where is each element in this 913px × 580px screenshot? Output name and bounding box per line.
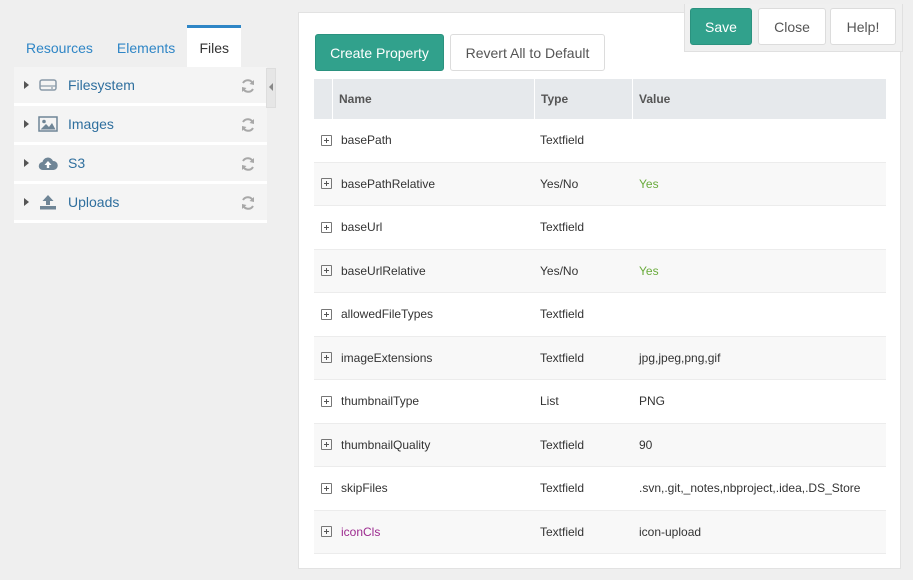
tree-item-images[interactable]: Images: [14, 106, 267, 145]
tree-item-label: Images: [68, 116, 114, 132]
row-expander[interactable]: [314, 178, 339, 190]
cell-value[interactable]: icon-upload: [637, 525, 886, 539]
tree-item-label: Filesystem: [68, 77, 135, 93]
cell-name: imageExtensions: [341, 350, 433, 365]
cloud-upload-icon: [37, 154, 59, 172]
row-expander[interactable]: [314, 352, 339, 364]
table-row[interactable]: skipFiles Textfield .svn,.git,_notes,nbpro…: [314, 467, 886, 511]
image-icon: [37, 115, 59, 133]
expand-arrow-icon[interactable]: [24, 120, 29, 128]
table-row[interactable]: basePathRelative Yes/No Yes: [314, 162, 886, 206]
row-expander[interactable]: [314, 308, 339, 320]
action-bar: Save Close Help!: [684, 4, 903, 52]
row-expander[interactable]: [314, 265, 339, 277]
expand-arrow-icon[interactable]: [24, 159, 29, 167]
tab-bar: Resources Elements Files: [14, 25, 242, 68]
cell-type: Yes/No: [540, 263, 579, 278]
header-expander: [314, 79, 333, 119]
cell-value[interactable]: PNG: [637, 394, 886, 408]
expand-plus-icon[interactable]: [321, 265, 332, 277]
cell-type: Textfield: [540, 133, 585, 148]
row-expander[interactable]: [314, 395, 339, 407]
cell-name: baseUrlRelative: [341, 263, 426, 278]
cell-type: Textfield: [540, 307, 585, 322]
save-button[interactable]: Save: [690, 8, 752, 45]
cell-name: basePathRelative: [341, 176, 436, 191]
cell-name: allowedFileTypes: [341, 307, 434, 322]
cell-type: List: [540, 394, 559, 409]
grid-body: basePath Textfield basePathRelative Yes/No Y…: [314, 119, 886, 554]
cell-value[interactable]: jpg,jpeg,png,gif: [637, 351, 886, 365]
create-property-button[interactable]: Create Property: [315, 34, 444, 71]
expand-plus-icon[interactable]: [321, 439, 332, 451]
header-name[interactable]: Name: [333, 79, 535, 119]
tab-resources[interactable]: Resources: [14, 25, 105, 68]
cell-type: Textfield: [540, 350, 585, 365]
table-row[interactable]: basePath Textfield: [314, 119, 886, 163]
tree-item-label: Uploads: [68, 194, 120, 210]
left-panel: Resources Elements Files Filesystem Imag…: [0, 0, 280, 580]
cell-name: baseUrl: [341, 220, 383, 235]
media-source-tree: Filesystem Images S3 Uploads: [14, 67, 267, 223]
row-expander[interactable]: [314, 439, 339, 451]
row-expander[interactable]: [314, 482, 339, 494]
table-row[interactable]: thumbnailQuality Textfield 90: [314, 423, 886, 467]
expand-plus-icon[interactable]: [321, 352, 332, 364]
cell-value[interactable]: Yes: [637, 177, 886, 191]
hdd-icon: [37, 76, 59, 94]
properties-grid: Name Type Value basePath Textfield basePat…: [314, 79, 886, 554]
help-button[interactable]: Help!: [830, 8, 896, 45]
cell-name: thumbnailType: [341, 394, 420, 409]
row-expander[interactable]: [314, 221, 339, 233]
tree-item-uploads[interactable]: Uploads: [14, 184, 267, 223]
close-button[interactable]: Close: [758, 8, 826, 45]
tab-files[interactable]: Files: [187, 25, 242, 68]
row-expander[interactable]: [314, 526, 339, 538]
table-row[interactable]: baseUrl Textfield: [314, 206, 886, 250]
cell-type: Textfield: [540, 524, 585, 539]
cell-type: Textfield: [540, 437, 585, 452]
cell-name: skipFiles: [341, 481, 388, 496]
expand-plus-icon[interactable]: [321, 395, 332, 407]
table-row[interactable]: allowedFileTypes Textfield: [314, 293, 886, 337]
cell-type: Textfield: [540, 220, 585, 235]
expand-plus-icon[interactable]: [321, 526, 332, 538]
cell-name: thumbnailQuality: [341, 437, 431, 452]
properties-panel: Create Property Revert All to Default Na…: [298, 12, 901, 569]
tab-elements[interactable]: Elements: [105, 25, 187, 68]
revert-all-button[interactable]: Revert All to Default: [450, 34, 605, 71]
expand-plus-icon[interactable]: [321, 178, 332, 190]
expand-plus-icon[interactable]: [321, 221, 332, 233]
refresh-icon[interactable]: [240, 78, 256, 94]
tree-item-label: S3: [68, 155, 86, 171]
cell-value[interactable]: .svn,.git,_notes,nbproject,.idea,.DS_Sto…: [637, 481, 886, 495]
table-row[interactable]: imageExtensions Textfield jpg,jpeg,png,gif: [314, 336, 886, 380]
cell-name: iconCls: [341, 524, 381, 539]
tree-item-filesystem[interactable]: Filesystem: [14, 67, 267, 106]
cell-value[interactable]: 90: [637, 438, 886, 452]
expand-plus-icon[interactable]: [321, 482, 332, 494]
table-row[interactable]: iconCls Textfield icon-upload: [314, 510, 886, 554]
cell-type: Textfield: [540, 481, 585, 496]
refresh-icon[interactable]: [240, 195, 256, 211]
cell-name: basePath: [341, 133, 392, 148]
collapse-panel-handle[interactable]: [266, 68, 276, 108]
header-type[interactable]: Type: [535, 79, 633, 119]
table-row[interactable]: thumbnailType List PNG: [314, 380, 886, 424]
cell-value[interactable]: Yes: [637, 264, 886, 278]
refresh-icon[interactable]: [240, 156, 256, 172]
upload-icon: [37, 193, 59, 211]
cell-type: Yes/No: [540, 176, 579, 191]
header-value[interactable]: Value: [633, 79, 886, 119]
expand-plus-icon[interactable]: [321, 134, 332, 146]
expand-arrow-icon[interactable]: [24, 81, 29, 89]
row-expander[interactable]: [314, 134, 339, 146]
expand-arrow-icon[interactable]: [24, 198, 29, 206]
tree-item-s3[interactable]: S3: [14, 145, 267, 184]
expand-plus-icon[interactable]: [321, 308, 332, 320]
refresh-icon[interactable]: [240, 117, 256, 133]
grid-header: Name Type Value: [314, 79, 886, 119]
table-row[interactable]: baseUrlRelative Yes/No Yes: [314, 249, 886, 293]
